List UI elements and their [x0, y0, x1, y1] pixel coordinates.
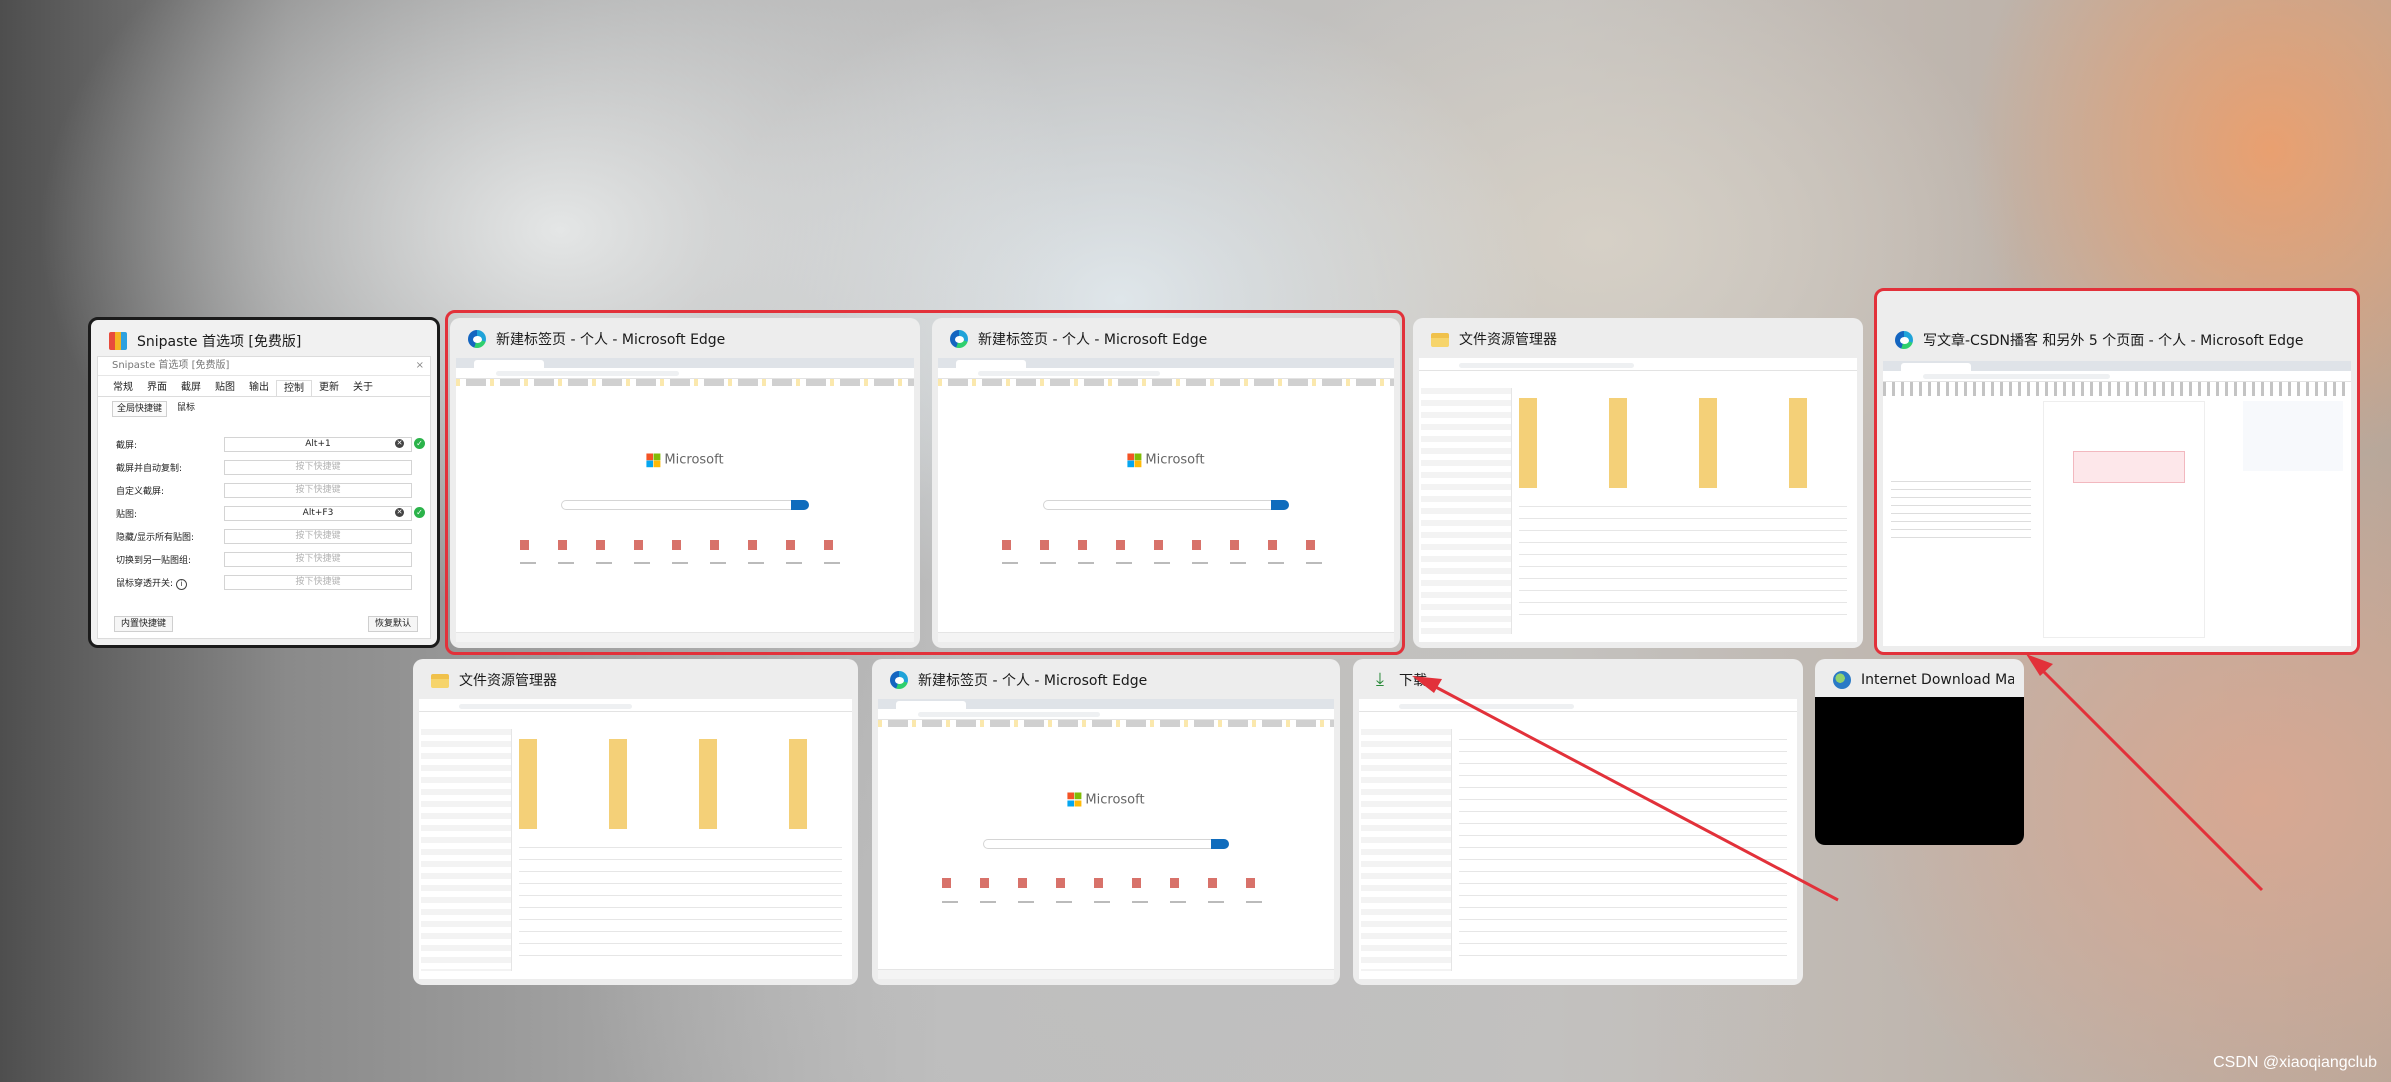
arrow-head-icon — [2026, 654, 2053, 676]
csdn-watermark: CSDN @xiaoqiangclub — [2213, 1054, 2377, 1071]
annotation-arrow-csdn — [2038, 666, 2264, 892]
annotation-arrows — [1412, 654, 2264, 902]
annotation-arrow-downloads — [1429, 682, 1839, 902]
arrow-head-icon — [1412, 676, 1442, 693]
